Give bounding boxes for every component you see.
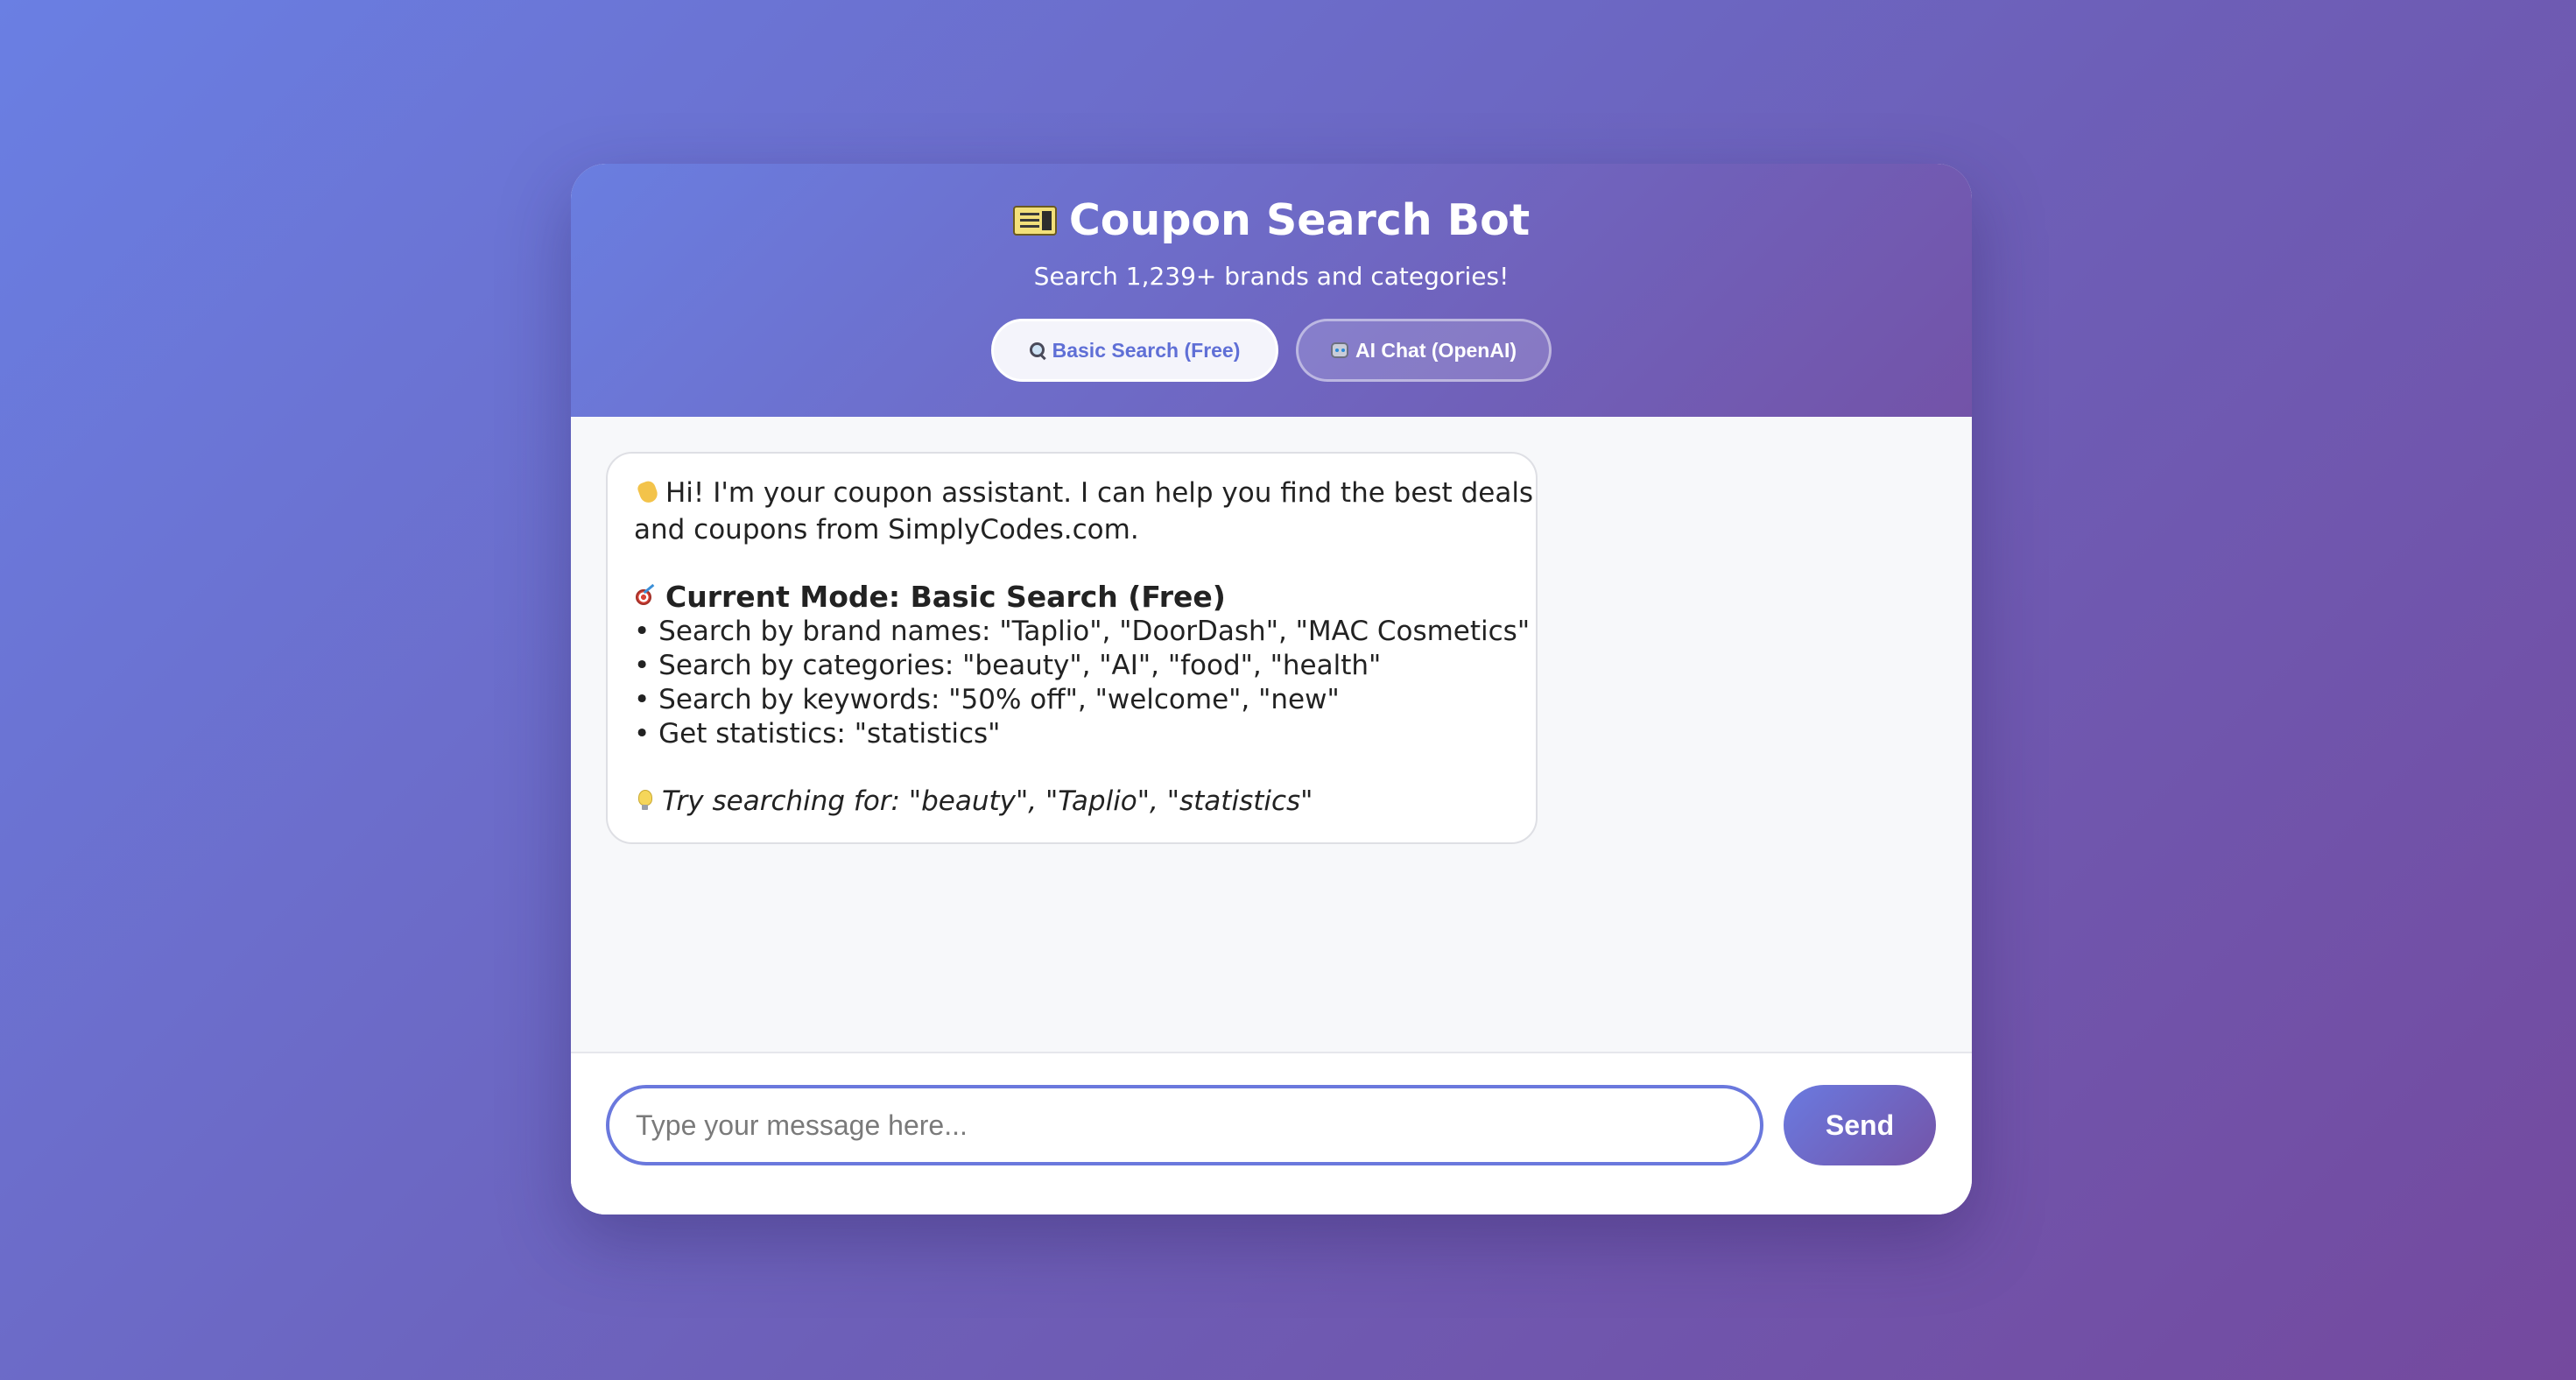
message-input[interactable] (606, 1085, 1763, 1165)
help-bullet-categories: • Search by categories: "beauty", "AI", … (634, 650, 1382, 681)
app-subtitle: Search 1,239+ brands and categories! (1033, 262, 1510, 291)
app-title: Coupon Search Bot (1068, 195, 1531, 245)
title-row: Coupon Search Bot (571, 195, 1972, 245)
ai-chat-mode-button[interactable]: AI Chat (OpenAI) (1296, 319, 1552, 382)
help-bullet-keywords: • Search by keywords: "50% off", "welcom… (634, 684, 1340, 715)
light-bulb-icon (634, 788, 657, 814)
composer-bar: Send (571, 1053, 1972, 1215)
send-button[interactable]: Send (1784, 1085, 1936, 1165)
waving-hand-icon (634, 478, 660, 504)
mode-toggle: Basic Search (Free) AI Chat (OpenAI) (571, 319, 1972, 382)
messages-area[interactable]: Hi! I'm your coupon assistant. I can hel… (571, 417, 1972, 1053)
help-bullet-brands: • Search by brand names: "Taplio", "Door… (634, 616, 1531, 647)
target-icon (634, 584, 660, 610)
ticket-icon (1012, 205, 1057, 236)
bot-message: Hi! I'm your coupon assistant. I can hel… (606, 452, 1538, 844)
chat-header: Coupon Search Bot Search 1,239+ brands a… (571, 164, 1972, 417)
greeting-line-1: Hi! I'm your coupon assistant. I can hel… (634, 475, 1533, 511)
chat-window: Coupon Search Bot Search 1,239+ brands a… (571, 164, 1972, 1215)
ai-chat-mode-label: AI Chat (OpenAI) (1355, 338, 1517, 362)
basic-search-mode-button[interactable]: Basic Search (Free) (991, 319, 1278, 382)
help-bullet-statistics: • Get statistics: "statistics" (634, 718, 1001, 750)
robot-icon (1331, 342, 1348, 358)
basic-search-mode-label: Basic Search (Free) (1052, 338, 1241, 362)
current-mode-heading: Current Mode: Basic Search (Free) (634, 580, 1510, 615)
search-tip: Try searching for: "beauty", "Taplio", "… (634, 783, 1510, 820)
magnifier-icon (1029, 342, 1045, 358)
greeting-line-2: and coupons from SimplyCodes.com. (634, 514, 1139, 546)
